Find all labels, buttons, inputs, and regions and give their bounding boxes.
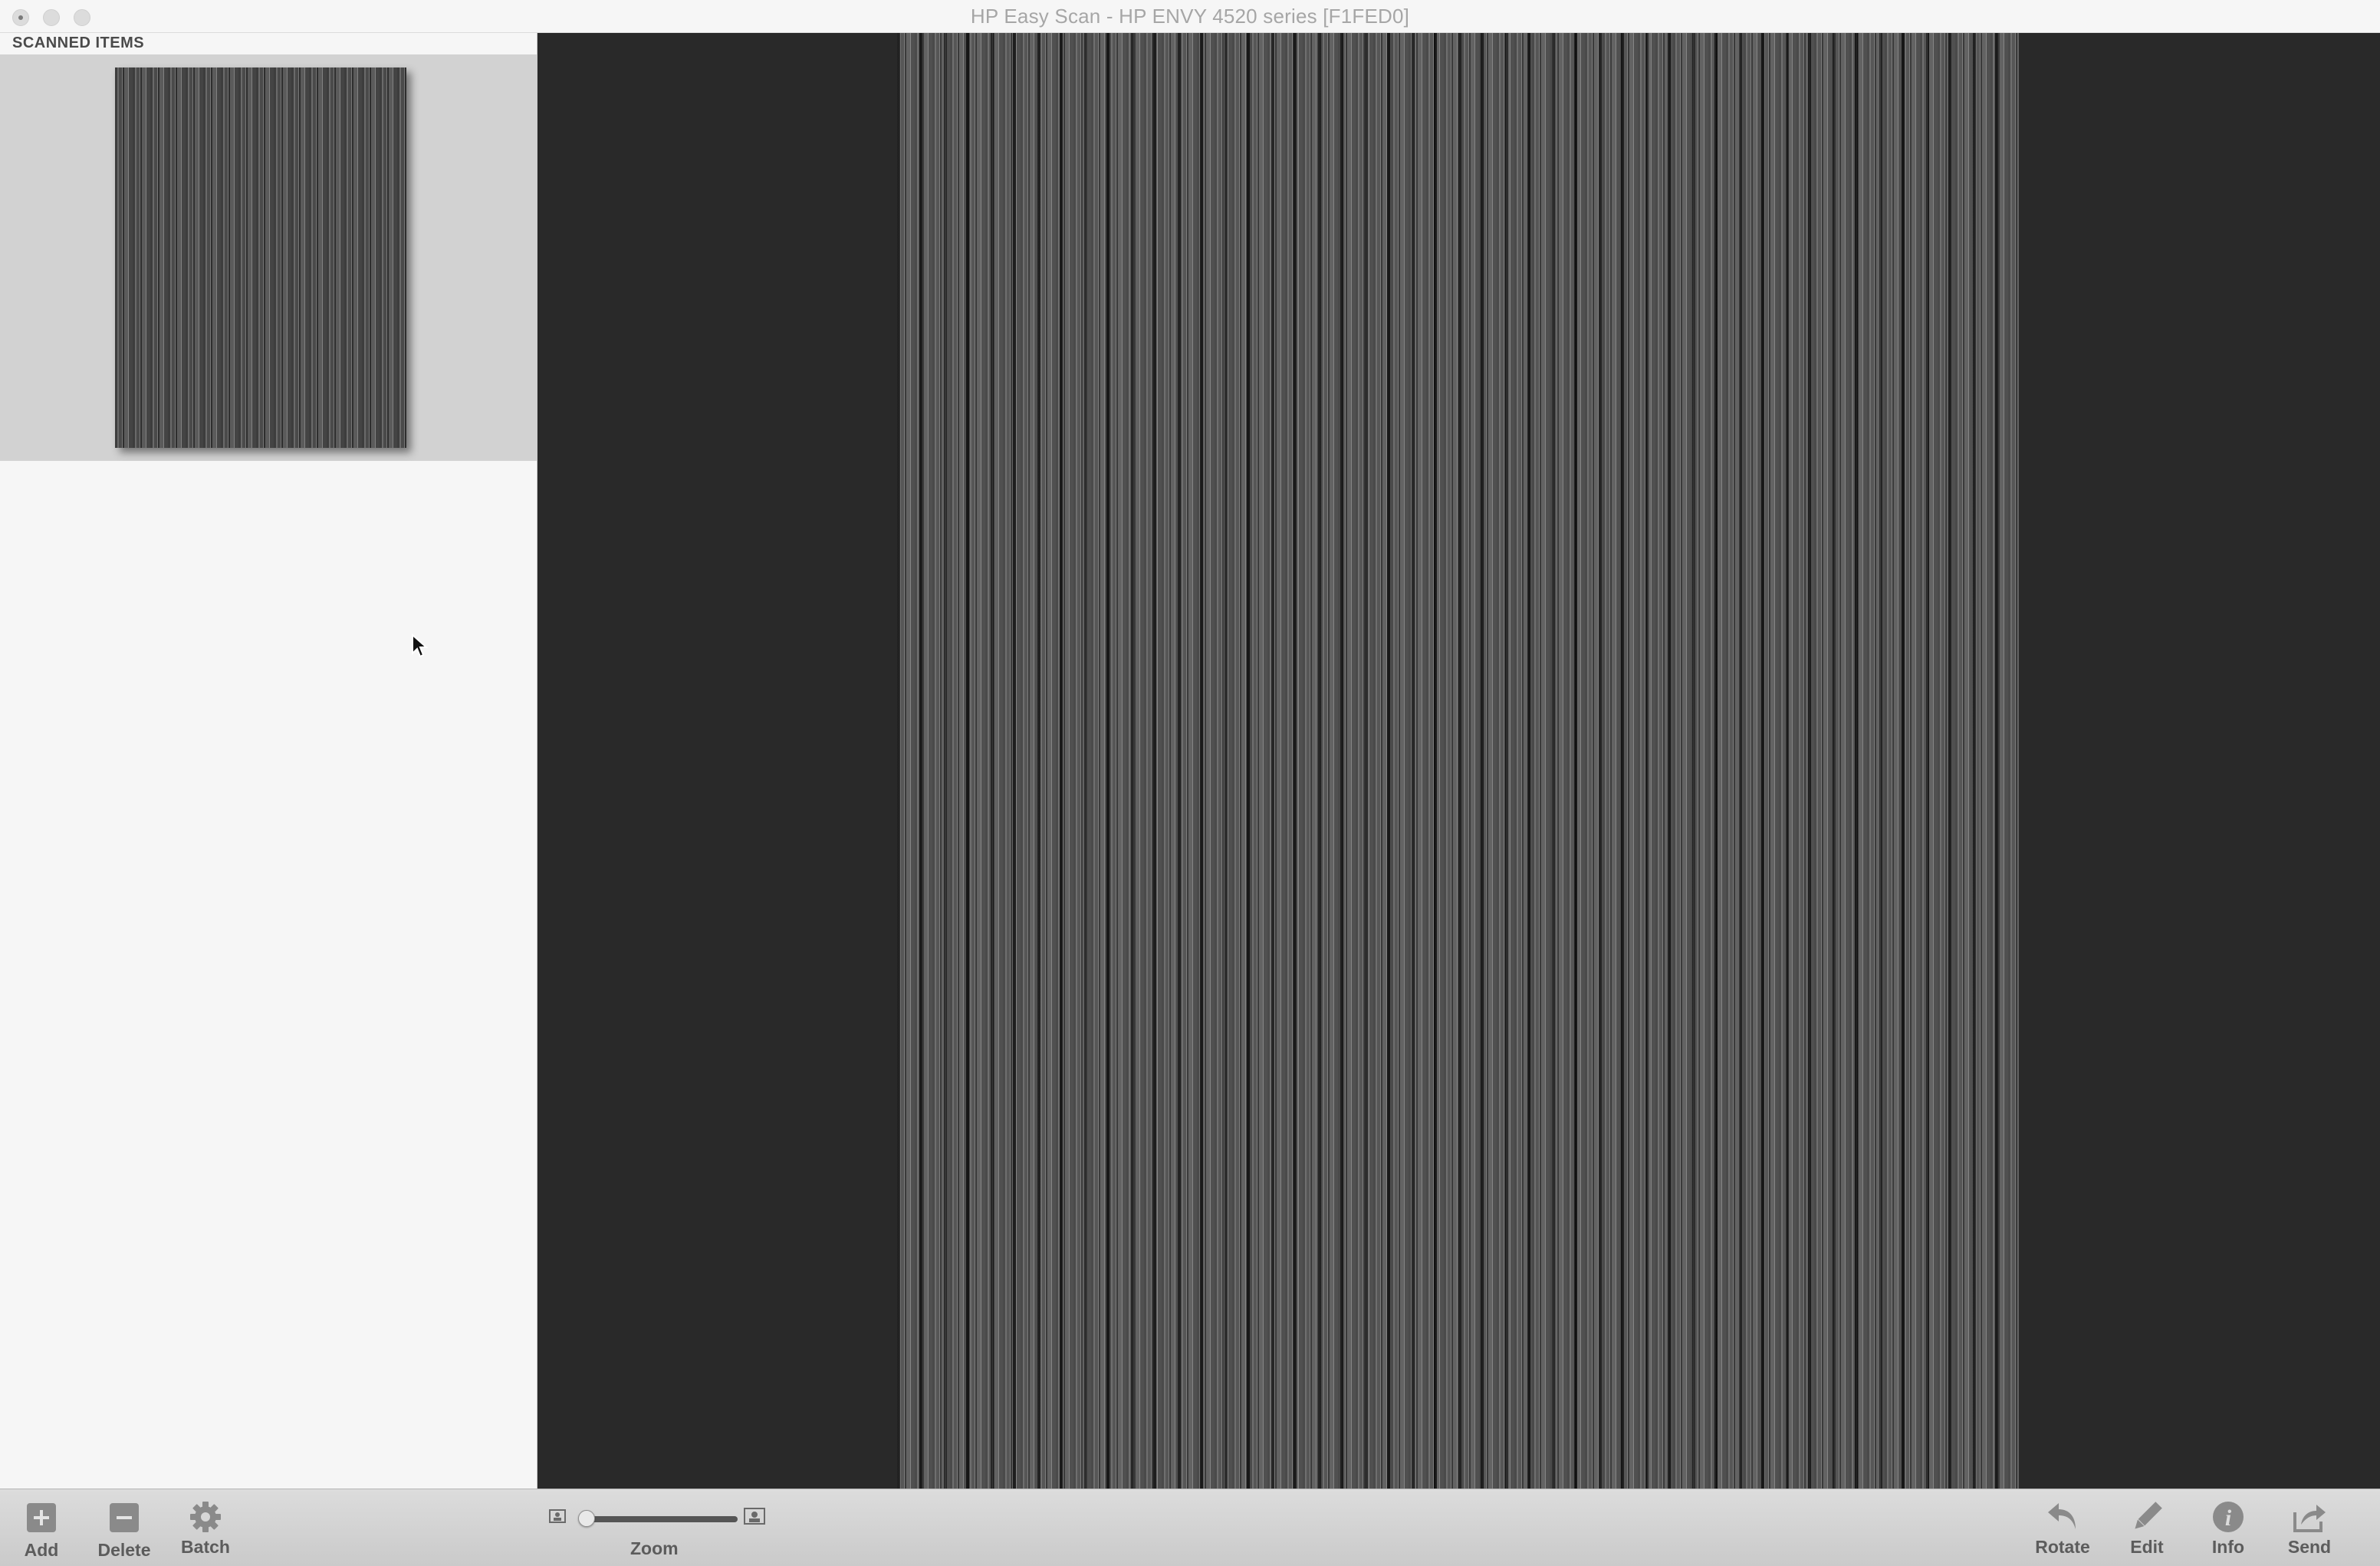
bottom-toolbar: Add Delete Batch Zoom Rotate Edit i Info… [0, 1489, 2380, 1566]
pencil-icon [2135, 1502, 2162, 1529]
edit-button[interactable]: Edit [2109, 1500, 2185, 1561]
zoom-in-image-icon[interactable] [744, 1508, 765, 1525]
delete-button[interactable]: Delete [86, 1500, 163, 1561]
minus-square-icon [110, 1503, 139, 1532]
scanned-page-thumbnail[interactable] [115, 67, 406, 448]
scanned-items-sidebar: SCANNED ITEMS [0, 33, 537, 1489]
window-title: HP Easy Scan - HP ENVY 4520 series [F1FE… [970, 5, 1410, 28]
send-label: Send [2287, 1537, 2332, 1557]
info-button[interactable]: i Info [2190, 1500, 2267, 1561]
zoom-slider-knob[interactable] [578, 1510, 595, 1527]
share-icon [2293, 1505, 2326, 1532]
svg-text:i: i [2225, 1505, 2232, 1531]
plus-square-icon [27, 1503, 56, 1532]
info-icon: i [2213, 1502, 2244, 1532]
batch-button[interactable]: Batch [167, 1500, 244, 1561]
scanned-items-header: SCANNED ITEMS [12, 35, 145, 51]
rotate-left-icon [2048, 1503, 2076, 1529]
mouse-cursor-icon [412, 633, 428, 658]
scanned-page-preview [897, 33, 2019, 1489]
scan-preview-area [537, 33, 2380, 1489]
edit-label: Edit [2130, 1537, 2164, 1557]
add-label: Add [24, 1540, 59, 1560]
scanned-item-cell[interactable] [0, 54, 537, 461]
add-button[interactable]: Add [3, 1500, 80, 1561]
batch-label: Batch [181, 1537, 230, 1557]
rotate-button[interactable]: Rotate [2024, 1500, 2101, 1561]
zoom-control: Zoom [546, 1497, 776, 1563]
delete-label: Delete [97, 1540, 151, 1560]
info-label: Info [2211, 1537, 2245, 1557]
zoom-out-image-icon[interactable] [549, 1509, 566, 1523]
zoom-label: Zoom [630, 1538, 679, 1558]
send-button[interactable]: Send [2271, 1500, 2348, 1561]
title-bar: HP Easy Scan - HP ENVY 4520 series [F1FE… [0, 0, 2380, 33]
gear-icon [190, 1502, 221, 1532]
zoom-slider-track[interactable] [584, 1516, 738, 1522]
rotate-label: Rotate [2035, 1537, 2090, 1557]
